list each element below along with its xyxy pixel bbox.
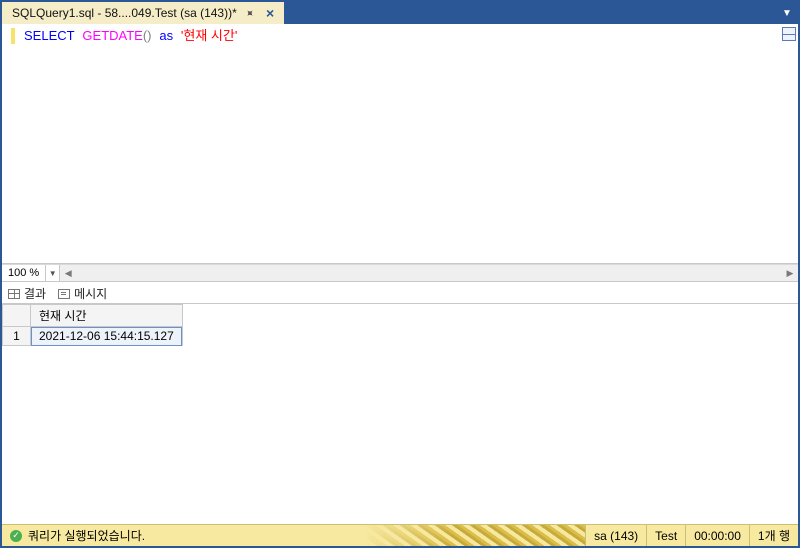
grid-icon: [8, 289, 20, 299]
zoom-bar: 100 % ▼ ◀ ▶: [2, 264, 798, 282]
result-cell[interactable]: 2021-12-06 15:44:15.127: [31, 327, 183, 346]
pin-icon[interactable]: ✦: [242, 5, 258, 21]
success-icon: ✓: [10, 530, 22, 542]
keyword-as: as: [159, 28, 173, 43]
status-spacer: [153, 525, 585, 546]
window-list-dropdown[interactable]: ▼: [776, 2, 798, 24]
editor-gutter: [2, 24, 20, 263]
column-header[interactable]: 현재 시간: [31, 305, 183, 327]
table-row[interactable]: 1 2021-12-06 15:44:15.127: [3, 327, 183, 346]
status-rows: 1개 행: [749, 525, 798, 546]
corner-cell: [3, 305, 31, 327]
status-time: 00:00:00: [685, 525, 749, 546]
zoom-dropdown[interactable]: ▼: [46, 265, 60, 281]
status-message: 쿼리가 실행되었습니다.: [28, 527, 145, 544]
status-db: Test: [646, 525, 685, 546]
keyword-select: SELECT: [24, 28, 75, 43]
parens: (): [143, 28, 152, 43]
document-tab[interactable]: SQLQuery1.sql - 58....049.Test (sa (143)…: [2, 2, 284, 24]
app-frame: SQLQuery1.sql - 58....049.Test (sa (143)…: [0, 0, 800, 548]
function-getdate: GETDATE: [82, 28, 142, 43]
code-area[interactable]: SELECT GETDATE() as '현재 시간': [20, 24, 780, 263]
split-view-icon[interactable]: [782, 27, 796, 41]
status-bar: ✓ 쿼리가 실행되었습니다. sa (143) Test 00:00:00 1개…: [2, 524, 798, 546]
message-icon: [58, 289, 70, 299]
status-right: sa (143) Test 00:00:00 1개 행: [585, 525, 798, 546]
tab-messages[interactable]: 메시지: [58, 285, 107, 302]
string-alias: '현재 시간': [181, 28, 237, 43]
tab-messages-label: 메시지: [74, 285, 107, 302]
zoom-value[interactable]: 100 %: [2, 265, 46, 281]
results-grid[interactable]: 현재 시간 1 2021-12-06 15:44:15.127: [2, 304, 183, 346]
results-panel: 현재 시간 1 2021-12-06 15:44:15.127: [2, 304, 798, 524]
status-left: ✓ 쿼리가 실행되었습니다.: [2, 527, 153, 544]
tab-results[interactable]: 결과: [8, 285, 46, 302]
header-row: 현재 시간: [3, 305, 183, 327]
sql-editor[interactable]: SELECT GETDATE() as '현재 시간': [2, 24, 798, 264]
scroll-left-icon[interactable]: ◀: [60, 265, 76, 281]
tab-title: SQLQuery1.sql - 58....049.Test (sa (143)…: [12, 6, 237, 20]
status-user: sa (143): [585, 525, 646, 546]
horizontal-scrollbar[interactable]: [76, 265, 782, 281]
redacted-server-name: [365, 525, 585, 546]
close-icon[interactable]: ×: [262, 5, 278, 21]
tab-strip: SQLQuery1.sql - 58....049.Test (sa (143)…: [2, 2, 798, 24]
row-number[interactable]: 1: [3, 327, 31, 346]
tab-results-label: 결과: [24, 285, 46, 302]
scroll-right-icon[interactable]: ▶: [782, 265, 798, 281]
results-tab-strip: 결과 메시지: [2, 282, 798, 304]
editor-side-controls: [780, 24, 798, 263]
